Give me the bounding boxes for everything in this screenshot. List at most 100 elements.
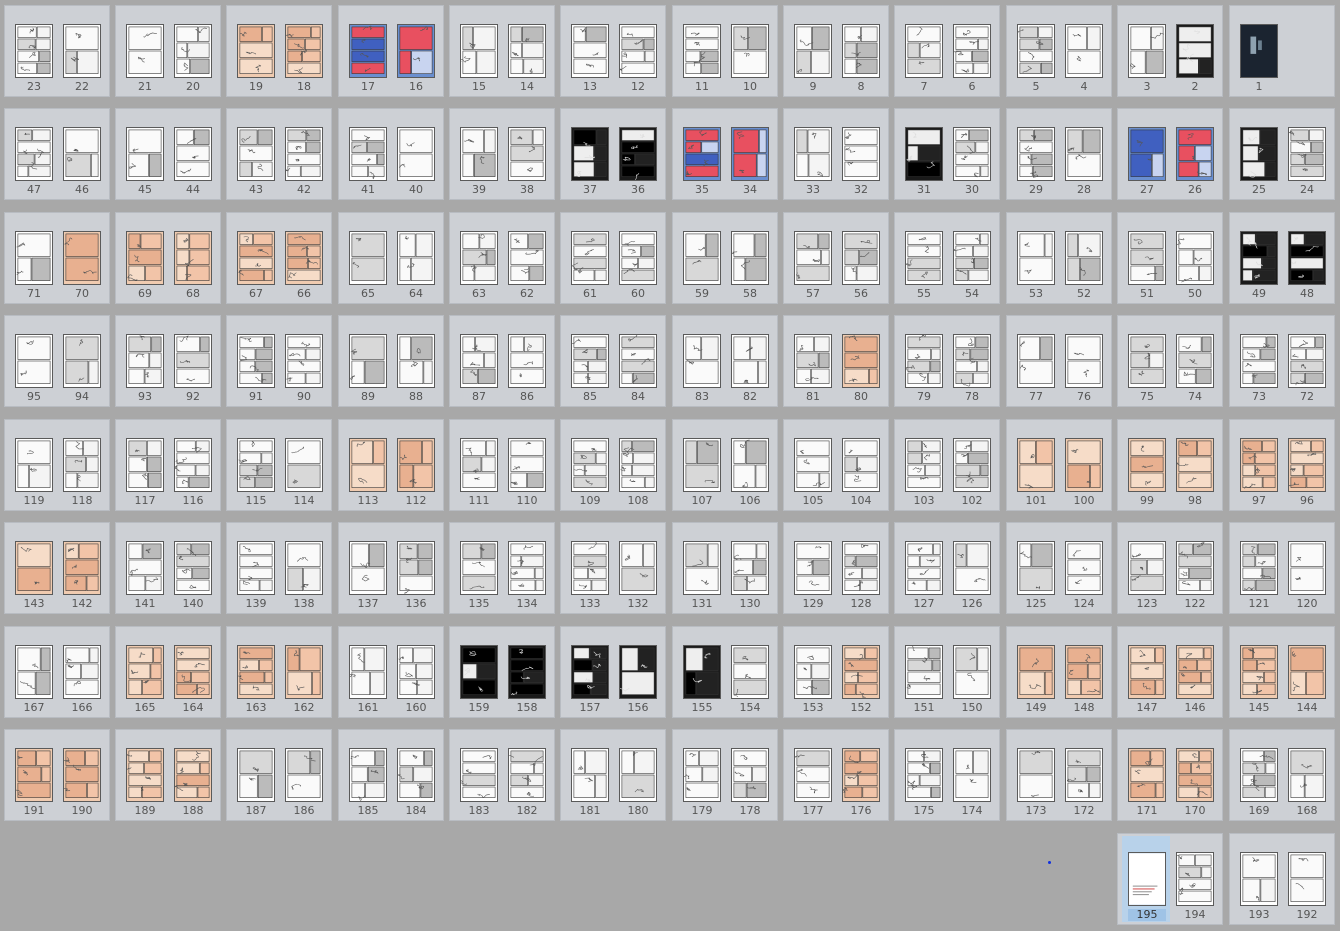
page-spread[interactable]: 127 126 — [894, 522, 1000, 614]
page-thumbnail[interactable] — [953, 24, 991, 78]
page-thumbnail[interactable] — [237, 748, 275, 802]
page-spread[interactable]: 149 148 — [1006, 626, 1112, 718]
page-thumbnail[interactable] — [174, 24, 212, 78]
page-spread[interactable]: 147 146 — [1117, 626, 1223, 718]
page-thumbnail[interactable] — [619, 231, 657, 285]
page-spread[interactable]: 54 — [1006, 5, 1112, 97]
page-thumbnail[interactable] — [349, 438, 387, 492]
page-thumbnail[interactable] — [571, 541, 609, 595]
page-thumbnail[interactable] — [1240, 334, 1278, 388]
page-thumbnail[interactable] — [1017, 24, 1055, 78]
page-thumbnail[interactable] — [174, 127, 212, 181]
page-thumbnail[interactable] — [397, 24, 435, 78]
page-spread[interactable]: 181 180 — [560, 729, 666, 821]
page-thumbnail[interactable] — [508, 645, 546, 699]
page-thumbnail[interactable] — [63, 24, 101, 78]
page-spread[interactable]: 98 — [783, 5, 889, 97]
page-spread[interactable]: 76 — [894, 5, 1000, 97]
page-spread[interactable]: 125 124 — [1006, 522, 1112, 614]
page-thumbnail[interactable] — [953, 748, 991, 802]
page-spread[interactable]: 83 82 — [672, 315, 778, 407]
page-thumbnail[interactable] — [1065, 24, 1103, 78]
page-thumbnail[interactable] — [1288, 645, 1326, 699]
page-spread[interactable]: 159 158 — [449, 626, 555, 718]
page-thumbnail[interactable] — [63, 645, 101, 699]
page-thumbnail[interactable] — [1176, 334, 1214, 388]
page-thumbnail[interactable] — [285, 438, 323, 492]
page-thumbnail[interactable] — [1240, 438, 1278, 492]
page-thumbnail[interactable] — [285, 334, 323, 388]
page-thumbnail[interactable] — [1128, 231, 1166, 285]
page-thumbnail[interactable] — [842, 127, 880, 181]
page-thumbnail[interactable] — [1288, 231, 1326, 285]
page-spread[interactable]: 23 22 — [4, 5, 110, 97]
page-spread[interactable]: 45 44 — [115, 108, 221, 200]
page-spread[interactable]: 193 192 — [1229, 833, 1335, 925]
page-spread[interactable]: 69 68 — [115, 212, 221, 304]
page-thumbnail[interactable] — [1240, 645, 1278, 699]
page-thumbnail[interactable] — [508, 748, 546, 802]
page-spread[interactable]: 13 12 — [560, 5, 666, 97]
page-thumbnail[interactable] — [237, 438, 275, 492]
page-thumbnail[interactable] — [174, 231, 212, 285]
page-spread[interactable]: 77 76 — [1006, 315, 1112, 407]
page-thumbnail[interactable] — [953, 541, 991, 595]
page-thumbnail[interactable] — [731, 24, 769, 78]
page-thumbnail[interactable] — [953, 231, 991, 285]
page-thumbnail[interactable] — [842, 438, 880, 492]
page-spread[interactable]: 191 190 — [4, 729, 110, 821]
page-spread[interactable]: 75 74 — [1117, 315, 1223, 407]
page-spread[interactable]: 155 154 — [672, 626, 778, 718]
page-spread[interactable]: 151 150 — [894, 626, 1000, 718]
page-spread[interactable]: 17 16 — [338, 5, 444, 97]
page-thumbnail[interactable] — [508, 438, 546, 492]
page-thumbnail[interactable] — [1288, 438, 1326, 492]
page-thumbnail[interactable] — [63, 231, 101, 285]
page-thumbnail[interactable] — [1176, 127, 1214, 181]
page-thumbnail[interactable] — [1176, 231, 1214, 285]
page-thumbnail[interactable] — [126, 334, 164, 388]
page-thumbnail[interactable] — [619, 645, 657, 699]
page-thumbnail[interactable] — [63, 748, 101, 802]
page-thumbnail[interactable] — [1065, 748, 1103, 802]
page-thumbnail[interactable] — [63, 438, 101, 492]
page-thumbnail[interactable] — [842, 231, 880, 285]
page-thumbnail[interactable] — [397, 438, 435, 492]
page-thumbnail[interactable] — [237, 24, 275, 78]
page-thumbnail[interactable] — [842, 541, 880, 595]
page-spread[interactable]: 32 — [1117, 5, 1223, 97]
page-thumbnail[interactable] — [619, 748, 657, 802]
page-thumbnail[interactable] — [174, 645, 212, 699]
page-thumbnail[interactable] — [619, 127, 657, 181]
page-thumbnail[interactable] — [571, 438, 609, 492]
page-spread[interactable]: 115 114 — [226, 419, 332, 511]
page-thumbnail[interactable] — [15, 541, 53, 595]
page-spread[interactable]: 65 64 — [338, 212, 444, 304]
page-spread[interactable]: 61 60 — [560, 212, 666, 304]
page-spread[interactable]: 97 96 — [1229, 419, 1335, 511]
page-spread[interactable]: 53 52 — [1006, 212, 1112, 304]
page-thumbnail[interactable] — [953, 645, 991, 699]
page-thumbnail[interactable] — [460, 231, 498, 285]
page-thumbnail[interactable] — [571, 645, 609, 699]
page-spread[interactable]: 87 86 — [449, 315, 555, 407]
page-thumbnail[interactable] — [683, 127, 721, 181]
page-spread[interactable]: 111 110 — [449, 419, 555, 511]
page-spread[interactable]: 37 36 — [560, 108, 666, 200]
page-thumbnail[interactable] — [794, 24, 832, 78]
page-spread[interactable]: 95 94 — [4, 315, 110, 407]
page-thumbnail[interactable] — [842, 334, 880, 388]
page-thumbnail[interactable] — [683, 24, 721, 78]
page-thumbnail[interactable] — [842, 645, 880, 699]
page-spread[interactable]: 63 62 — [449, 212, 555, 304]
page-spread[interactable]: 135 134 — [449, 522, 555, 614]
page-thumbnail[interactable] — [237, 127, 275, 181]
page-spread[interactable]: 51 50 — [1117, 212, 1223, 304]
page-spread[interactable]: 107 106 — [672, 419, 778, 511]
page-spread[interactable]: 143 142 — [4, 522, 110, 614]
page-thumbnail[interactable] — [349, 127, 387, 181]
page-spread[interactable]: 49 48 — [1229, 212, 1335, 304]
page-thumbnail[interactable] — [953, 127, 991, 181]
page-thumbnail[interactable] — [1128, 334, 1166, 388]
page-spread[interactable]: 145 144 — [1229, 626, 1335, 718]
